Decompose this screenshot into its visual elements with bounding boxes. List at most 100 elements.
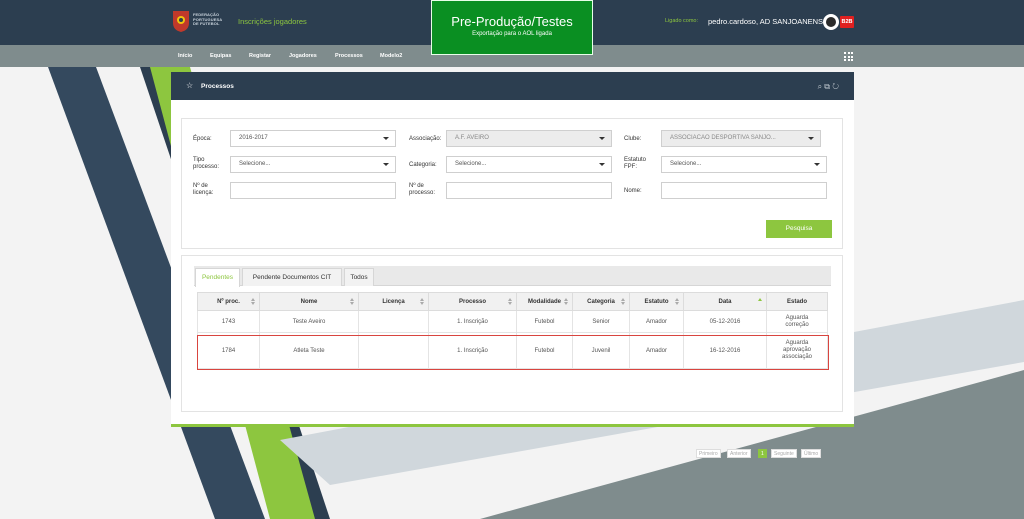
- apps-grid-icon[interactable]: [844, 52, 853, 61]
- categoria-label: Categoria:: [409, 162, 437, 168]
- table-row[interactable]: 1743 Teste Aveiro 1. Inscrição Futebol S…: [197, 310, 828, 333]
- column-header-nome[interactable]: Nome: [259, 292, 359, 311]
- clube-value: ASSOCIACAO DESPORTIVA SANJO...: [670, 135, 776, 141]
- column-header-processo[interactable]: Processo: [428, 292, 517, 311]
- app-title[interactable]: Inscrições jogadores: [238, 17, 307, 26]
- refresh-icon[interactable]: ↻: [832, 82, 839, 91]
- cell-data: 05-12-2016: [683, 310, 767, 333]
- categoria-select[interactable]: Selecione...: [446, 156, 612, 173]
- federation-name: FEDERAÇÃO PORTUGUESA DE FUTEBOL: [193, 12, 222, 27]
- categoria-value: Selecione...: [455, 161, 487, 167]
- epoca-label: Época:: [193, 136, 212, 142]
- associacao-select[interactable]: A.F. AVEIRO: [446, 130, 612, 147]
- federation-line-3: DE FUTEBOL: [193, 21, 220, 27]
- sort-icon: [621, 298, 625, 306]
- nav-item-equipas[interactable]: Equipas: [210, 53, 231, 59]
- cell-processo: 1. Inscrição: [428, 332, 517, 369]
- cell-proc: 1784: [197, 332, 260, 369]
- column-header-estatuto[interactable]: Estatuto: [629, 292, 684, 311]
- clube-select[interactable]: ASSOCIACAO DESPORTIVA SANJO...: [661, 130, 821, 147]
- panel-header: ☆ Processos ⌕ ⧉ ↻: [171, 72, 854, 100]
- cell-processo: 1. Inscrição: [428, 310, 517, 333]
- n-processo-input[interactable]: [446, 182, 612, 199]
- sort-ascending-icon: [758, 298, 762, 306]
- panel-tools: ⌕ ⧉ ↻: [818, 82, 839, 92]
- panel-title: Processos: [201, 83, 234, 90]
- avatar[interactable]: [823, 14, 839, 30]
- column-header-modalidade[interactable]: Modalidade: [516, 292, 573, 311]
- cell-modalidade: Futebol: [516, 310, 573, 333]
- licenca-input[interactable]: [230, 182, 396, 199]
- estatuto-label: Estatuto FPF:: [624, 157, 647, 170]
- epoca-select[interactable]: 2016-2017: [230, 130, 396, 147]
- login-label: Ligado como:: [665, 18, 699, 24]
- column-header-estado[interactable]: Estado: [766, 292, 828, 311]
- nav-item-jogadores[interactable]: Jogadores: [289, 53, 317, 59]
- nav-item-registar[interactable]: Registar: [249, 53, 271, 59]
- chevron-down-icon: [383, 163, 389, 166]
- estatuto-select[interactable]: Selecione...: [661, 156, 827, 173]
- cell-data: 16-12-2016: [683, 332, 767, 369]
- clube-label: Clube:: [624, 136, 642, 142]
- environment-subtitle: Exportação para o AOL ligada: [472, 31, 552, 37]
- cell-proc: 1743: [197, 310, 260, 333]
- column-header-licenca[interactable]: Licença: [358, 292, 429, 311]
- cell-nome: Teste Aveiro: [259, 310, 359, 333]
- pager-last[interactable]: Último: [801, 449, 822, 458]
- cell-licenca: [358, 332, 429, 369]
- chevron-down-icon: [599, 163, 605, 166]
- tab-todos[interactable]: Todos: [344, 268, 374, 286]
- sort-icon: [420, 298, 424, 306]
- column-header-categoria[interactable]: Categoria: [572, 292, 630, 311]
- chevron-down-icon: [808, 137, 814, 140]
- associacao-label: Associação:: [409, 136, 442, 142]
- table-row[interactable]: 1784 Atleta Teste 1. Inscrição Futebol J…: [197, 332, 828, 369]
- processos-panel: ☆ Processos ⌕ ⧉ ↻ Época: 2016-2017 Assoc…: [171, 72, 854, 458]
- pager-next[interactable]: Seguinte: [771, 449, 797, 458]
- nav-item-processos[interactable]: Processos: [335, 53, 363, 59]
- search-button[interactable]: Pesquisa: [766, 220, 832, 238]
- export-icon[interactable]: ⧉: [824, 82, 830, 91]
- pager-first[interactable]: Primeiro: [696, 449, 721, 458]
- tipo-processo-select[interactable]: Selecione...: [230, 156, 396, 173]
- licenca-label: Nº de licença:: [193, 183, 214, 196]
- cell-nome: Atleta Teste: [259, 332, 359, 369]
- n-processo-label: Nº de processo:: [409, 183, 436, 196]
- nav-item-inicio[interactable]: Início: [178, 53, 192, 59]
- table-header: Nº proc. Nome Licença Processo Modalidad…: [197, 292, 828, 311]
- sort-icon: [508, 298, 512, 306]
- environment-title: Pre-Produção/Testes: [451, 14, 573, 29]
- pager-current[interactable]: 1: [758, 449, 767, 458]
- sort-icon: [675, 298, 679, 306]
- tab-pendentes[interactable]: Pendentes: [195, 268, 240, 287]
- tabs-bar: Pendentes Pendente Documentos CIT Todos: [194, 266, 831, 287]
- star-icon: ☆: [186, 81, 194, 90]
- nome-label: Nome:: [624, 188, 642, 194]
- fpf-logo: [173, 11, 189, 32]
- epoca-value: 2016-2017: [239, 135, 268, 141]
- b2b-badge[interactable]: B2B: [840, 16, 854, 28]
- column-header-n-proc[interactable]: Nº proc.: [197, 292, 260, 311]
- sort-icon: [564, 298, 568, 306]
- tab-pendente-documentos-cit[interactable]: Pendente Documentos CIT: [242, 268, 342, 286]
- sort-icon: [251, 298, 255, 306]
- tipo-processo-label: Tipo processo:: [193, 157, 220, 170]
- tipo-processo-value: Selecione...: [239, 161, 271, 167]
- associacao-value: A.F. AVEIRO: [455, 135, 489, 141]
- pager-prev[interactable]: Anterior: [727, 449, 751, 458]
- cell-estatuto: Amador: [629, 310, 684, 333]
- sort-icon: [350, 298, 354, 306]
- estatuto-value: Selecione...: [670, 161, 702, 167]
- cell-estatuto: Amador: [629, 332, 684, 369]
- cell-modalidade: Futebol: [516, 332, 573, 369]
- cell-estado: Aguarda aprovação associação: [766, 332, 828, 369]
- filter-form: Época: 2016-2017 Associação: A.F. AVEIRO…: [181, 118, 843, 249]
- cell-licenca: [358, 310, 429, 333]
- column-header-data[interactable]: Data: [683, 292, 767, 311]
- cell-estado: Aguarda correção: [766, 310, 828, 333]
- processos-table: Nº proc. Nome Licença Processo Modalidad…: [197, 292, 828, 369]
- nome-input[interactable]: [661, 182, 827, 199]
- login-user[interactable]: pedro.cardoso, AD SANJOANENSE: [708, 17, 828, 26]
- search-icon[interactable]: ⌕: [818, 82, 822, 91]
- nav-item-modelo2[interactable]: Modelo2: [380, 53, 402, 59]
